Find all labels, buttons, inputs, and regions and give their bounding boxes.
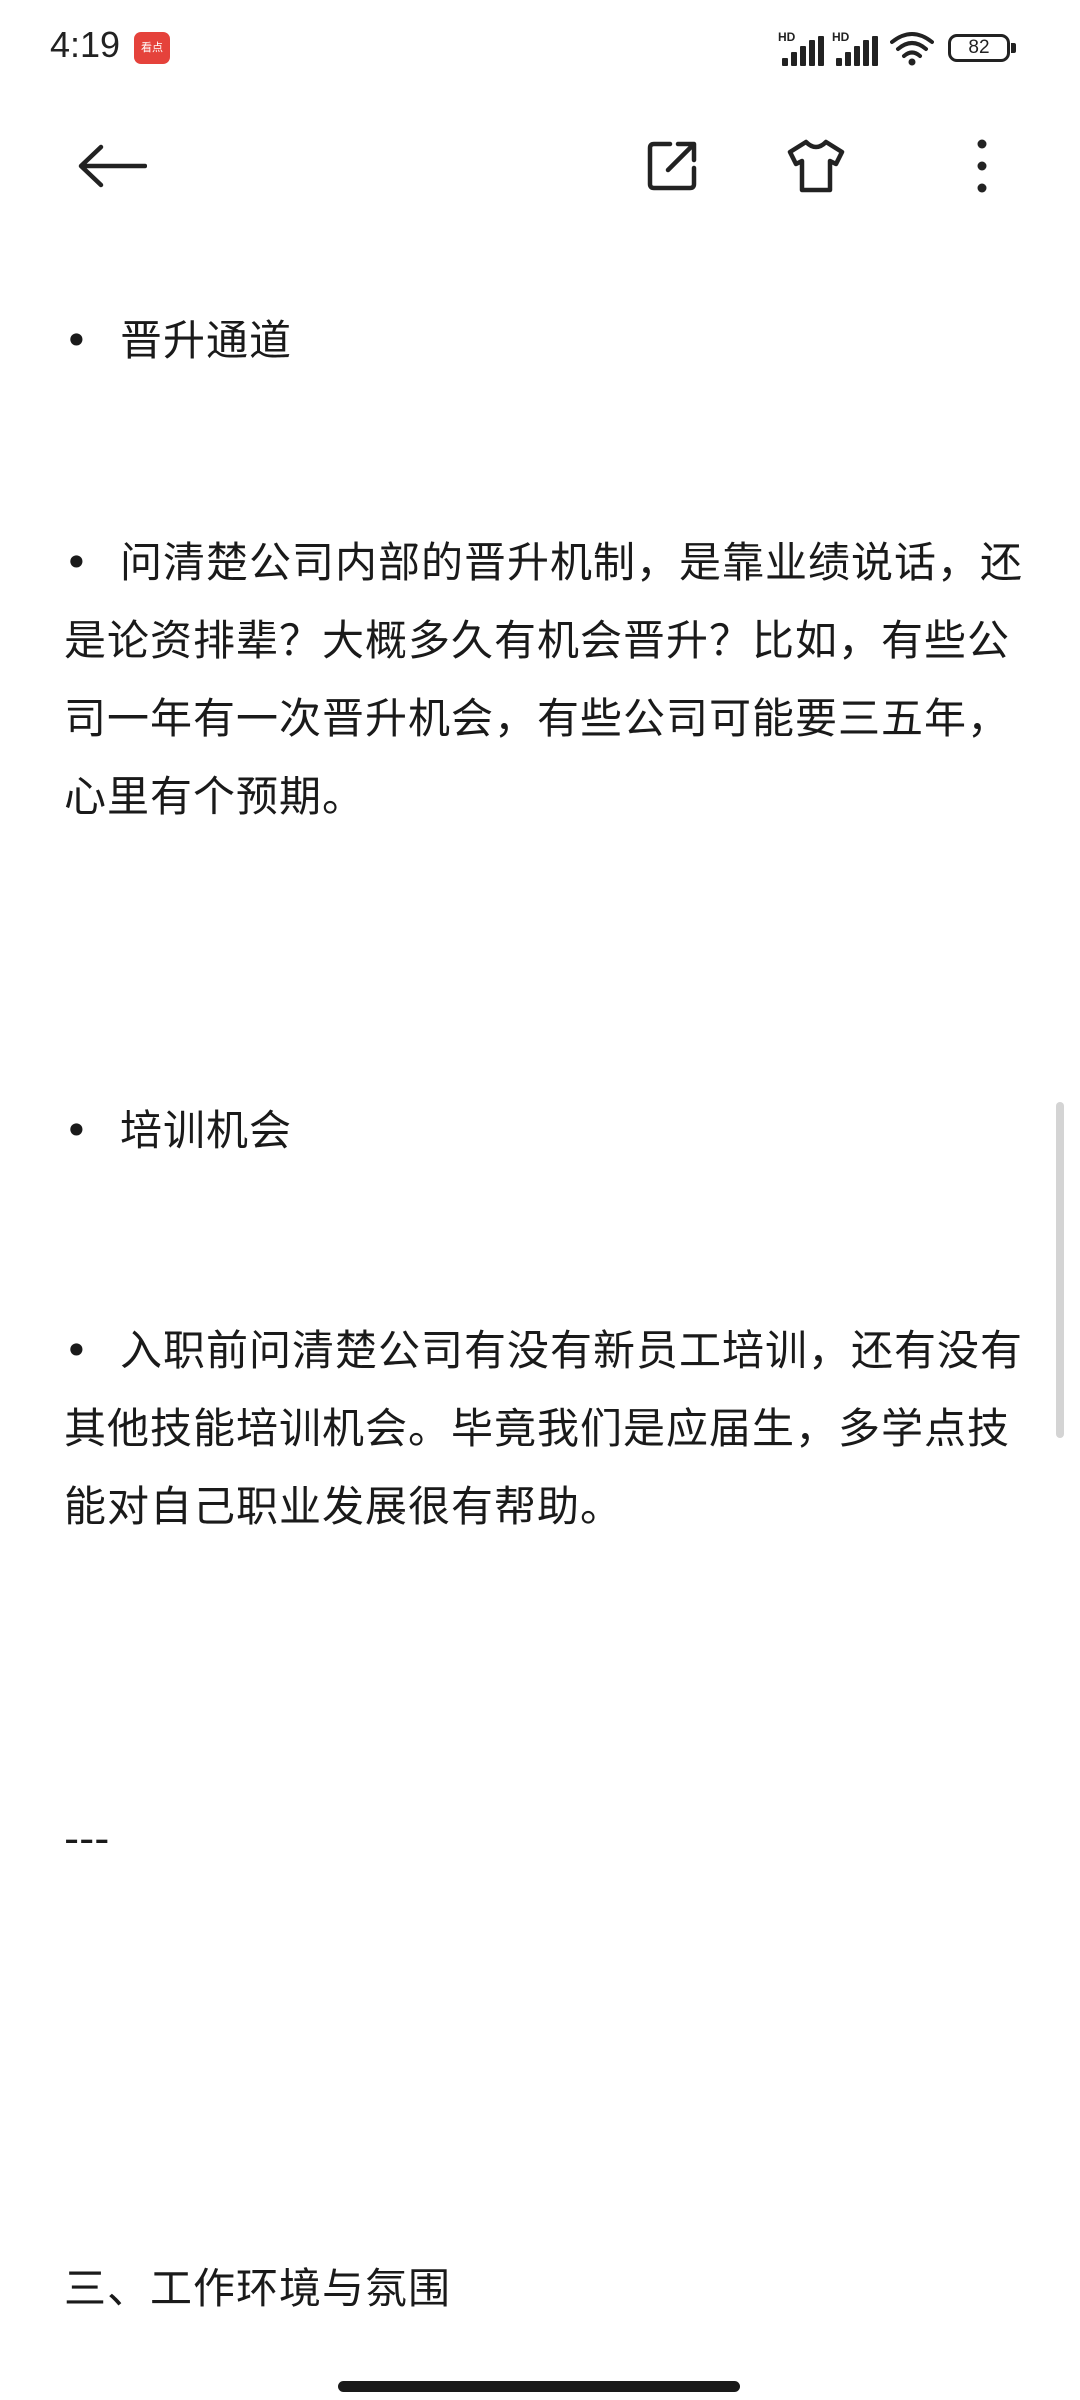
- tshirt-icon: [787, 139, 845, 193]
- battery-icon: 82: [948, 34, 1016, 62]
- scrollbar[interactable]: [1056, 1102, 1064, 1438]
- paragraph-text: 入职前问清楚公司有没有新员工培训，还有没有其他技能培训机会。毕竟我们是应届生，多…: [64, 1326, 1024, 1531]
- more-vertical-icon: [977, 139, 987, 193]
- section-heading: 三、工作环境与氛围: [64, 2264, 452, 2313]
- top-toolbar: [0, 100, 1080, 240]
- item-title: 培训机会: [120, 1106, 293, 1155]
- hd-label: HD: [778, 30, 796, 44]
- wifi-icon: [890, 30, 934, 66]
- hd-label: HD: [832, 30, 850, 44]
- bullet: •: [64, 316, 90, 365]
- status-time: 4:19: [50, 24, 121, 65]
- status-bar: 4:19 看点 HD HD 82: [0, 0, 1080, 100]
- paragraph-text: 问清楚公司内部的晋升机制，是靠业绩说话，还是论资排辈？大概多久有机会晋升？比如，…: [64, 538, 1024, 821]
- separator: ---: [64, 1814, 110, 1863]
- share-button[interactable]: [624, 118, 720, 214]
- back-button[interactable]: [64, 118, 160, 214]
- list-item-heading: • 晋升通道: [64, 302, 292, 380]
- cellular-signal-icon: HD: [832, 30, 880, 66]
- more-button[interactable]: [934, 118, 1030, 214]
- bullet: •: [64, 1326, 90, 1375]
- arrow-left-icon: [78, 144, 147, 188]
- external-link-icon: [647, 141, 697, 191]
- theme-button[interactable]: [768, 118, 864, 214]
- list-item-paragraph: • 入职前问清楚公司有没有新员工培训，还有没有其他技能培训机会。毕竟我们是应届生，…: [64, 1312, 1024, 1546]
- battery-level: 82: [968, 37, 990, 58]
- cellular-signal-icon: HD: [778, 30, 826, 66]
- home-indicator[interactable]: [338, 2381, 740, 2392]
- item-title: 晋升通道: [120, 316, 293, 365]
- list-item-heading: • 培训机会: [64, 1092, 292, 1170]
- bullet: •: [64, 1106, 90, 1155]
- list-item-paragraph: • 问清楚公司内部的晋升机制，是靠业绩说话，还是论资排辈？大概多久有机会晋升？比如…: [64, 524, 1024, 836]
- app-notification-icon: 看点: [134, 32, 170, 64]
- bullet: •: [64, 538, 90, 587]
